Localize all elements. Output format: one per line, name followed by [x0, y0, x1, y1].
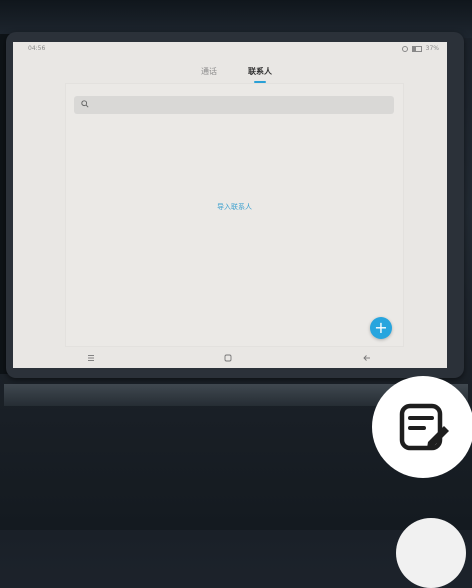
- search-input[interactable]: [74, 96, 394, 114]
- back-icon[interactable]: [361, 352, 373, 364]
- status-right: 37%: [401, 45, 439, 52]
- tab-calls[interactable]: 通话: [201, 66, 217, 77]
- note-edit-button[interactable]: [372, 376, 472, 478]
- alarm-icon: [401, 45, 408, 52]
- search-icon: [81, 100, 89, 108]
- home-icon[interactable]: [222, 352, 234, 364]
- status-time: 04:56: [28, 45, 46, 52]
- secondary-floating-button[interactable]: [396, 518, 466, 588]
- menu-icon[interactable]: [85, 352, 97, 364]
- tab-contacts[interactable]: 联系人: [248, 66, 272, 77]
- contacts-panel: 导入联系人: [65, 83, 404, 347]
- add-contact-button[interactable]: +: [370, 317, 392, 339]
- battery-icon: [411, 45, 422, 52]
- status-bar: 04:56 37%: [13, 42, 447, 56]
- battery-level: 37%: [425, 45, 439, 52]
- note-edit-icon: [399, 403, 449, 451]
- import-contacts-link[interactable]: 导入联系人: [66, 202, 403, 212]
- tablet-screen: 04:56 37% 通话 联系人 导入联系人 +: [13, 42, 447, 368]
- navigation-bar: [13, 346, 447, 368]
